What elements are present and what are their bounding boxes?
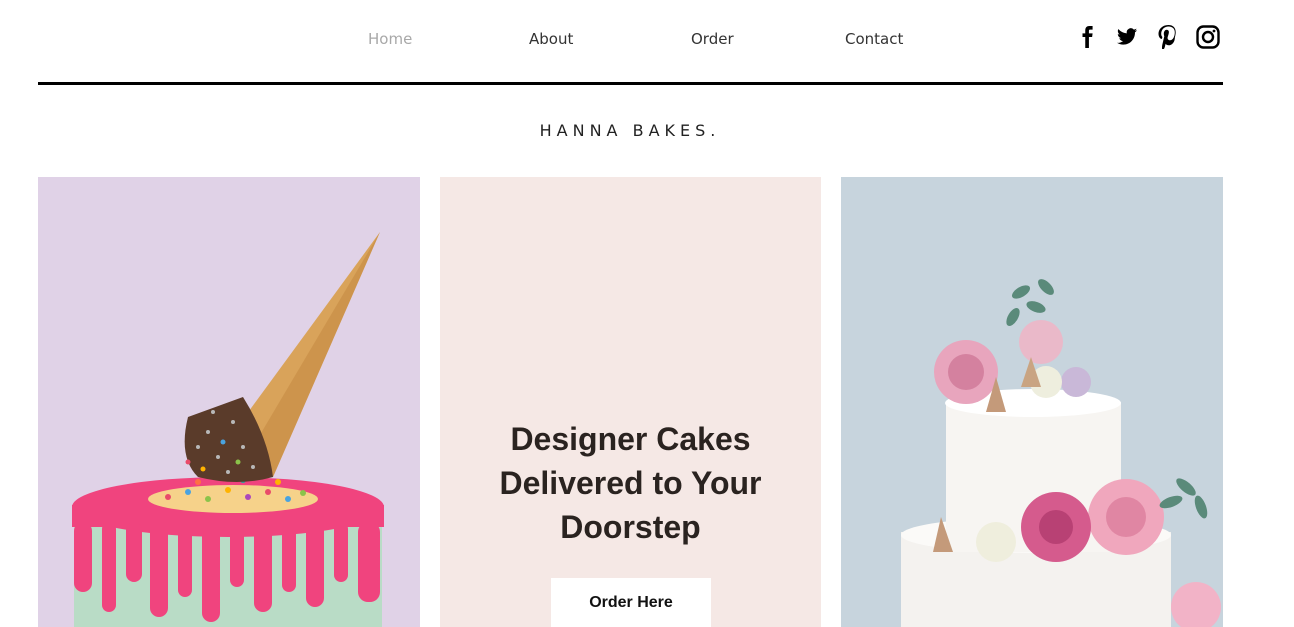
- nav-home-link[interactable]: Home: [368, 30, 412, 48]
- nav-order-link[interactable]: Order: [691, 30, 734, 48]
- hero-headline: Designer Cakes Delivered to Your Doorste…: [499, 421, 762, 545]
- instagram-icon[interactable]: [1195, 24, 1221, 50]
- pinterest-icon[interactable]: [1155, 24, 1181, 50]
- tiered-cake-illustration: [901, 279, 1221, 627]
- hero-text-panel: Designer Cakes Delivered to Your Doorste…: [440, 177, 821, 627]
- top-nav: Home About Order Contact: [0, 0, 1294, 80]
- order-here-button[interactable]: Order Here: [551, 578, 711, 627]
- twitter-icon[interactable]: [1114, 24, 1140, 50]
- hero-image-right: [841, 177, 1223, 627]
- nav-about-link[interactable]: About: [529, 30, 573, 48]
- brand-name: HANNA BAKES.: [539, 121, 721, 140]
- header-divider: [38, 82, 1223, 85]
- facebook-icon[interactable]: [1075, 24, 1101, 50]
- nav-contact-link[interactable]: Contact: [845, 30, 903, 48]
- drip-cake-illustration: [72, 232, 384, 627]
- hero-image-left: [38, 177, 420, 627]
